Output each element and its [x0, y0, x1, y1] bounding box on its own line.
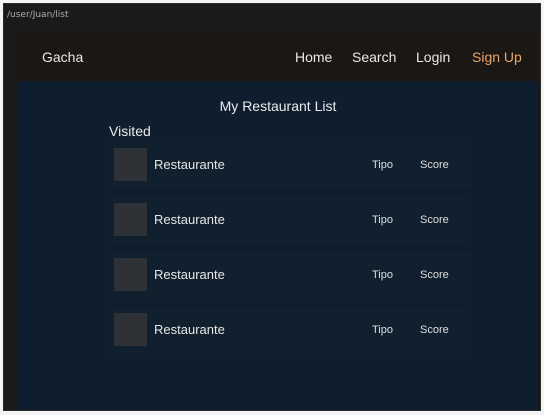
restaurant-row[interactable]: Restaurante Tipo Score [111, 307, 471, 353]
restaurant-list: Restaurante Tipo Score Restaurante Tipo … [111, 142, 471, 362]
app-viewport: Gacha Home Search Login Sign Up My Resta… [18, 32, 538, 410]
restaurant-type: Tipo [372, 324, 393, 336]
restaurant-type: Tipo [372, 159, 393, 171]
restaurant-name: Restaurante [154, 322, 225, 337]
nav-signup-link[interactable]: Sign Up [472, 49, 522, 65]
restaurant-score: Score [420, 159, 449, 171]
restaurant-row[interactable]: Restaurante Tipo Score [111, 197, 471, 243]
restaurant-score: Score [420, 324, 449, 336]
nav-home-link[interactable]: Home [295, 49, 332, 65]
nav-search-link[interactable]: Search [352, 49, 396, 65]
browser-frame: /user/Juan/list Gacha Home Search Login … [3, 3, 541, 411]
restaurant-type: Tipo [372, 269, 393, 281]
brand-link[interactable]: Gacha [42, 49, 83, 65]
section-title-visited: Visited [109, 123, 151, 139]
top-navbar: Gacha Home Search Login Sign Up [18, 32, 538, 81]
restaurant-score: Score [420, 214, 449, 226]
restaurant-name: Restaurante [154, 157, 225, 172]
page-title: My Restaurant List [219, 98, 337, 114]
restaurant-thumbnail [114, 258, 147, 291]
nav-login-link[interactable]: Login [416, 49, 450, 65]
restaurant-name: Restaurante [154, 212, 225, 227]
url-path: /user/Juan/list [7, 10, 69, 20]
restaurant-thumbnail [114, 203, 147, 236]
restaurant-score: Score [420, 269, 449, 281]
restaurant-name: Restaurante [154, 267, 225, 282]
restaurant-type: Tipo [372, 214, 393, 226]
restaurant-row[interactable]: Restaurante Tipo Score [111, 252, 471, 298]
restaurant-thumbnail [114, 148, 147, 181]
restaurant-thumbnail [114, 313, 147, 346]
restaurant-row[interactable]: Restaurante Tipo Score [111, 142, 471, 188]
